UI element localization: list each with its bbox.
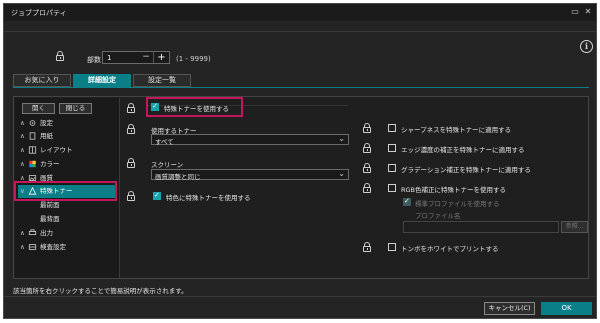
select-value: 画質調整と同じ xyxy=(155,173,201,181)
tree-item-inspection[interactable]: ∧ 検査設定 xyxy=(20,242,66,253)
checkbox-highlight-box xyxy=(146,97,243,117)
edge-density-label: エッジ濃度の補正を特殊トナーに適用する xyxy=(401,146,525,154)
chevron-up-icon: ∧ xyxy=(20,243,25,251)
lock-icon[interactable] xyxy=(127,191,135,201)
standard-profile-checkbox[interactable] xyxy=(403,197,411,206)
ok-button[interactable]: OK xyxy=(541,302,592,315)
tree-highlight-box xyxy=(14,181,117,201)
inspection-icon xyxy=(28,244,37,250)
output-icon xyxy=(28,229,37,235)
chevron-down-icon: ⌄ xyxy=(338,169,345,178)
lock-icon[interactable] xyxy=(363,242,371,252)
tree-label: レイアウト xyxy=(40,146,73,154)
tree-label: カラー xyxy=(40,160,60,168)
window-title: ジョブプロパティ xyxy=(11,9,67,17)
tab-underline xyxy=(13,87,589,88)
lock-icon[interactable] xyxy=(363,123,371,133)
tree-item-settings[interactable]: ∧ 設定 xyxy=(20,118,53,129)
special-on-special-label: 特色に特殊トナーを使用する xyxy=(166,194,251,202)
tab-favorites[interactable]: お気に入り xyxy=(13,74,71,87)
lock-icon[interactable] xyxy=(127,124,135,134)
gear-icon xyxy=(29,120,36,126)
gradation-label: グラデーション補正を特殊トナーに適用する xyxy=(401,166,531,174)
chevron-up-icon: ∧ xyxy=(20,146,25,154)
gradation-checkbox[interactable] xyxy=(388,164,396,172)
profile-name-label: プロファイル名 xyxy=(415,212,461,220)
tree-label: 最前面 xyxy=(40,201,60,209)
title-bar: ジョブプロパティ ▭ ✕ xyxy=(4,4,596,21)
standard-profile-label: 標準プロファイルを使用する xyxy=(415,200,500,208)
chevron-up-icon: ∧ xyxy=(20,229,25,237)
copies-value[interactable]: 1 xyxy=(107,54,111,62)
lock-icon[interactable] xyxy=(127,103,135,113)
expand-all-button[interactable]: 開く xyxy=(22,103,55,114)
copies-increment-button[interactable]: + xyxy=(153,52,169,63)
cancel-button[interactable]: キャンセル(C) xyxy=(484,302,535,315)
chevron-up-icon: ∧ xyxy=(20,119,25,127)
print-white-label: トンボをホワイトでプリントする xyxy=(401,245,499,253)
screen-select[interactable]: 画質調整と同じ ⌄ xyxy=(151,169,349,181)
chevron-up-icon: ∧ xyxy=(20,160,25,168)
special-on-special-checkbox[interactable] xyxy=(153,191,161,200)
rgb-correction-label: RGB色補正に特殊トナーを使用する xyxy=(401,186,507,194)
lock-icon[interactable] xyxy=(56,51,64,61)
sharpness-checkbox[interactable] xyxy=(388,124,396,132)
profile-name-field[interactable] xyxy=(403,221,559,233)
sharpness-label: シャープネスを特殊トナーに適用する xyxy=(401,126,512,134)
tab-advanced-settings[interactable]: 詳細設定 xyxy=(73,74,131,87)
lock-icon[interactable] xyxy=(363,183,371,193)
tree-item-layout[interactable]: ∧ レイアウト xyxy=(20,145,73,156)
lock-icon[interactable] xyxy=(127,158,135,168)
job-properties-dialog: ジョブプロパティ ▭ ✕ 部数 1 − + (1 - 9999) i お気に入り… xyxy=(3,3,597,319)
tree-item-backmost[interactable]: 最背面 xyxy=(40,214,60,225)
tree-label: 設定 xyxy=(40,119,53,127)
edge-density-checkbox[interactable] xyxy=(388,144,396,152)
tree-item-frontmost[interactable]: 最前面 xyxy=(40,200,60,211)
status-text: 該当箇所を右クリックすることで簡易説明が表示されます。 xyxy=(13,287,188,295)
browse-button[interactable]: 参照... xyxy=(561,221,588,233)
tree-item-color[interactable]: ∧ カラー xyxy=(20,159,60,170)
close-icon[interactable]: ✕ xyxy=(583,7,593,17)
copies-label: 部数 xyxy=(87,56,101,64)
maximize-icon[interactable]: ▭ xyxy=(570,7,580,17)
print-white-checkbox[interactable] xyxy=(388,243,396,251)
tree-label: 用紙 xyxy=(40,132,53,140)
lock-icon[interactable] xyxy=(363,163,371,173)
divider xyxy=(4,31,596,32)
color-icon xyxy=(29,160,36,168)
tree-item-paper[interactable]: ∧ 用紙 xyxy=(20,131,53,142)
select-value: すべて xyxy=(155,138,174,146)
layout-icon xyxy=(28,146,37,154)
rgb-correction-checkbox[interactable] xyxy=(388,184,396,192)
screen-label: スクリーン xyxy=(151,161,184,169)
tab-bar: お気に入り 詳細設定 設定一覧 xyxy=(13,74,193,87)
toner-to-use-select[interactable]: すべて ⌄ xyxy=(151,134,349,146)
info-icon[interactable]: i xyxy=(580,40,593,53)
collapse-all-button[interactable]: 閉じる xyxy=(59,103,92,114)
tab-settings-list[interactable]: 設定一覧 xyxy=(133,74,191,87)
lock-icon[interactable] xyxy=(363,143,371,153)
divider xyxy=(4,296,596,297)
copies-decrement-button[interactable]: − xyxy=(139,52,153,63)
tree-label: 最背面 xyxy=(40,215,60,223)
chevron-down-icon: ⌄ xyxy=(338,134,345,143)
copies-range: (1 - 9999) xyxy=(176,55,211,63)
tree-label: 出力 xyxy=(40,229,53,237)
paper-icon xyxy=(29,132,36,140)
chevron-up-icon: ∧ xyxy=(20,132,25,140)
tree-label: 検査設定 xyxy=(40,243,66,251)
tree-item-output[interactable]: ∧ 出力 xyxy=(20,228,53,239)
